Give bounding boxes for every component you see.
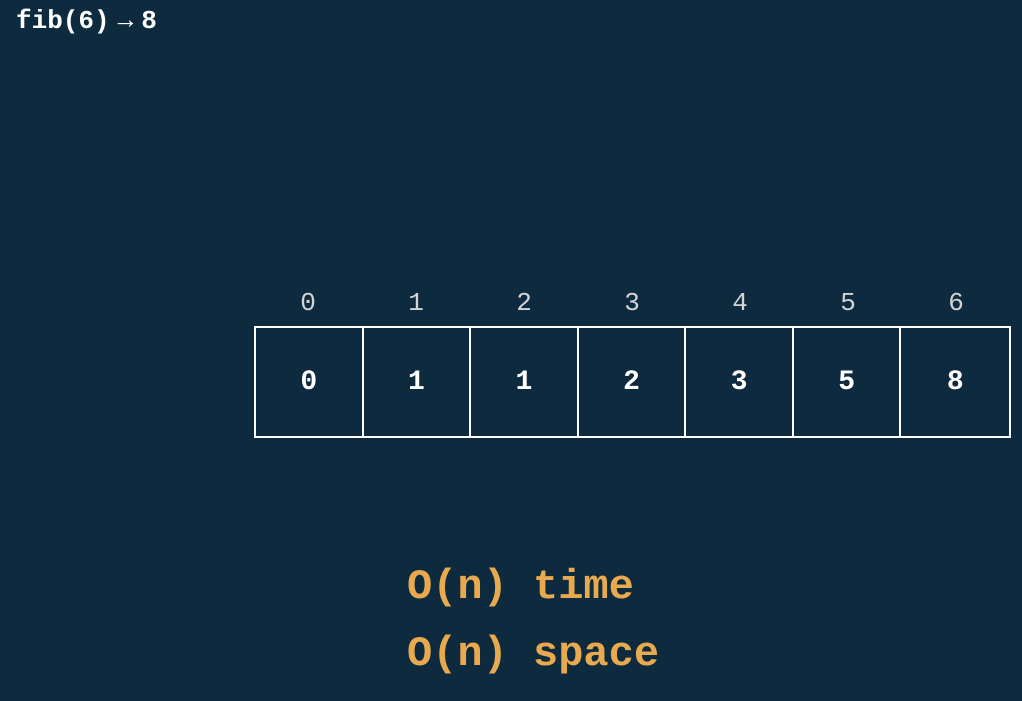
space-complexity: O(n) space bbox=[407, 621, 659, 688]
value-cell: 1 bbox=[471, 328, 579, 436]
index-cell: 2 bbox=[470, 288, 578, 326]
index-cell: 6 bbox=[902, 288, 1010, 326]
index-cell: 5 bbox=[794, 288, 902, 326]
function-result-text: 8 bbox=[141, 6, 157, 36]
function-call-text: fib(6) bbox=[16, 6, 110, 36]
time-complexity: O(n) time bbox=[407, 554, 659, 621]
index-row: 0 1 2 3 4 5 6 bbox=[254, 288, 1011, 326]
index-cell: 4 bbox=[686, 288, 794, 326]
index-cell: 3 bbox=[578, 288, 686, 326]
function-header: fib(6) → 8 bbox=[16, 6, 157, 36]
value-cell: 8 bbox=[901, 328, 1009, 436]
value-cell: 1 bbox=[364, 328, 472, 436]
arrow-right-icon: → bbox=[118, 6, 134, 36]
fibonacci-table: 0 1 2 3 4 5 6 0 1 1 2 3 5 8 bbox=[254, 288, 1011, 438]
value-row: 0 1 1 2 3 5 8 bbox=[254, 326, 1011, 438]
value-cell: 3 bbox=[686, 328, 794, 436]
value-cell: 2 bbox=[579, 328, 687, 436]
value-cell: 5 bbox=[794, 328, 902, 436]
value-cell: 0 bbox=[256, 328, 364, 436]
index-cell: 1 bbox=[362, 288, 470, 326]
complexity-analysis: O(n) time O(n) space bbox=[407, 554, 659, 688]
index-cell: 0 bbox=[254, 288, 362, 326]
